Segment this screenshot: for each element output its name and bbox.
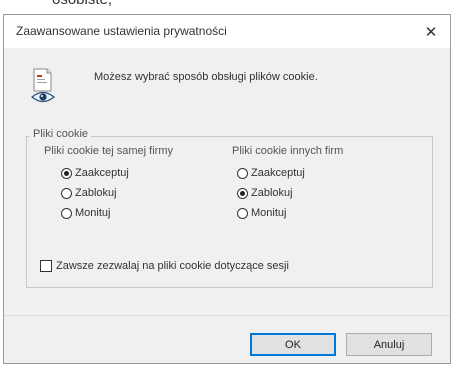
radio-selected-dot	[64, 170, 69, 176]
radio-label: Monituj	[75, 207, 111, 219]
close-button[interactable]: ✕	[412, 15, 450, 48]
radio-circle	[237, 187, 248, 199]
first-party-heading: Pliki cookie tej samej firmy	[44, 145, 173, 157]
radio-circle	[61, 167, 72, 179]
checkbox-box	[40, 260, 52, 272]
radio-circle	[61, 207, 72, 219]
radio-circle	[61, 187, 72, 199]
first-party-block-radio[interactable]: Zablokuj	[61, 187, 117, 199]
session-cookies-checkbox[interactable]: Zawsze zezwalaj na pliki cookie dotycząc…	[40, 260, 289, 272]
ok-button[interactable]: OK	[250, 333, 336, 356]
third-party-accept-radio[interactable]: Zaakceptuj	[237, 167, 305, 179]
cancel-button[interactable]: Anuluj	[346, 333, 432, 356]
third-party-block-radio[interactable]: Zablokuj	[237, 187, 293, 199]
radio-label: Zaakceptuj	[75, 167, 129, 179]
third-party-heading: Pliki cookie innych firm	[232, 145, 344, 157]
radio-label: Zaakceptuj	[251, 167, 305, 179]
radio-circle	[237, 207, 248, 219]
close-icon: ✕	[424, 23, 438, 41]
first-party-accept-radio[interactable]: Zaakceptuj	[61, 167, 129, 179]
first-party-prompt-radio[interactable]: Monituj	[61, 207, 110, 219]
radio-label: Zablokuj	[251, 187, 293, 199]
dialog-title: Zaawansowane ustawienia prywatności	[16, 24, 227, 38]
info-message: Możesz wybrać sposób obsługi plików cook…	[94, 71, 318, 83]
radio-selected-dot	[240, 190, 245, 196]
cookies-group-label: Pliki cookie	[30, 128, 92, 140]
background-text: osobiste;	[52, 0, 112, 8]
third-party-prompt-radio[interactable]: Monituj	[237, 207, 286, 219]
title-bar: Zaawansowane ustawienia prywatności ✕	[4, 15, 450, 48]
privacy-settings-dialog: Zaawansowane ustawienia prywatności ✕ Mo…	[3, 14, 451, 364]
privacy-document-eye-icon	[31, 68, 55, 103]
radio-circle	[237, 167, 248, 179]
footer-separator	[4, 315, 450, 316]
checkbox-label: Zawsze zezwalaj na pliki cookie dotycząc…	[56, 260, 289, 272]
radio-label: Monituj	[251, 207, 287, 219]
radio-label: Zablokuj	[75, 187, 117, 199]
